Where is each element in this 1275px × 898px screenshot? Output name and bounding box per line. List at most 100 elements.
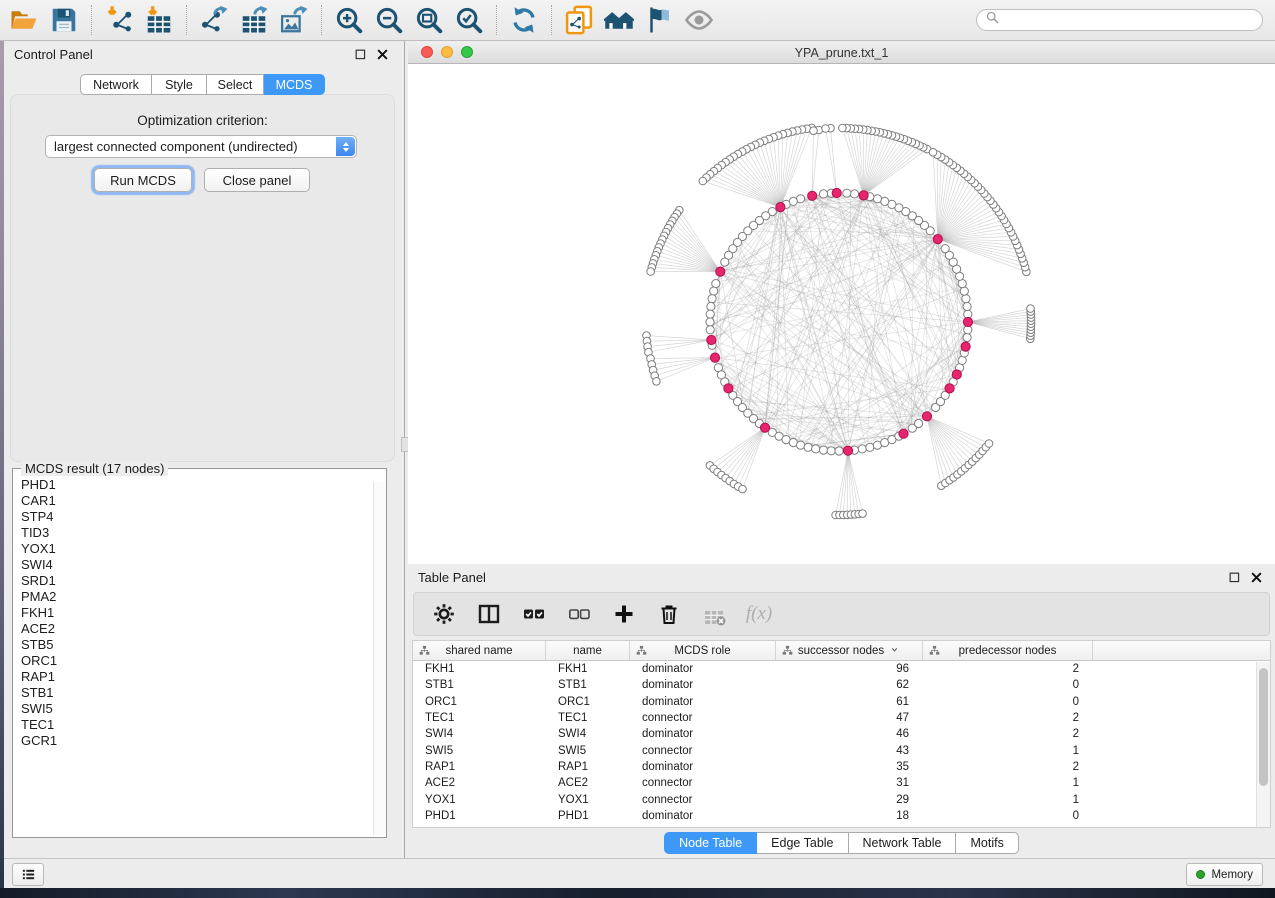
- first-neighbors-button[interactable]: [599, 3, 639, 37]
- table-row[interactable]: RAP1RAP1dominator352: [413, 759, 1270, 775]
- table-row[interactable]: ORC1ORC1dominator610: [413, 694, 1270, 710]
- mcds-result-item[interactable]: STB5: [21, 637, 373, 653]
- cell: STB1: [546, 679, 630, 691]
- close-panel-button[interactable]: Close panel: [204, 168, 310, 192]
- memory-status-icon: [1196, 870, 1205, 879]
- tab-edge-table[interactable]: Edge Table: [757, 832, 848, 854]
- cell: PHD1: [413, 810, 546, 822]
- tab-node-table[interactable]: Node Table: [664, 832, 757, 854]
- delete-row-button[interactable]: [655, 600, 683, 628]
- clone-network-button[interactable]: [559, 3, 599, 37]
- split-panel-button[interactable]: [475, 600, 503, 628]
- mcds-result-item[interactable]: YOX1: [21, 541, 373, 557]
- cell: ACE2: [413, 777, 546, 789]
- mcds-result-item[interactable]: GCR1: [21, 733, 373, 749]
- mcds-result-item[interactable]: SWI4: [21, 557, 373, 573]
- result-scrollbar[interactable]: [373, 482, 385, 835]
- settings-button[interactable]: [430, 600, 458, 628]
- import-table-button[interactable]: [139, 3, 179, 37]
- cell: dominator: [630, 663, 776, 675]
- column-header-predecessor-nodes[interactable]: predecessor nodes: [923, 641, 1093, 660]
- column-header-MCDS-role[interactable]: MCDS role: [630, 641, 776, 660]
- open-session-button[interactable]: [4, 3, 44, 37]
- table-row[interactable]: FKH1FKH1dominator962: [413, 661, 1270, 677]
- cell: 31: [776, 777, 923, 789]
- zoom-out-button[interactable]: [369, 3, 409, 37]
- save-session-button[interactable]: [44, 3, 84, 37]
- network-title: YPA_prune.txt_1: [408, 41, 1275, 64]
- apply-layout-button[interactable]: [504, 3, 544, 37]
- mcds-result-item[interactable]: ORC1: [21, 653, 373, 669]
- table-row[interactable]: PHD1PHD1dominator180: [413, 808, 1270, 824]
- zoom-fit-button[interactable]: [409, 3, 449, 37]
- zoom-in-button[interactable]: [329, 3, 369, 37]
- panel-split-divider[interactable]: [401, 41, 408, 858]
- add-row-button[interactable]: [610, 600, 638, 628]
- mcds-result-item[interactable]: SRD1: [21, 573, 373, 589]
- mcds-result-item[interactable]: PMA2: [21, 589, 373, 605]
- select-all-button[interactable]: [520, 600, 548, 628]
- network-canvas[interactable]: [408, 64, 1275, 564]
- mcds-result-item[interactable]: STP4: [21, 509, 373, 525]
- mcds-result-item[interactable]: RAP1: [21, 669, 373, 685]
- memory-label: Memory: [1211, 869, 1253, 881]
- tab-mcds[interactable]: MCDS: [264, 74, 325, 95]
- tab-style[interactable]: Style: [152, 74, 207, 95]
- network-window-titlebar[interactable]: YPA_prune.txt_1: [408, 41, 1275, 64]
- export-table-button[interactable]: [234, 3, 274, 37]
- export-image-button[interactable]: [274, 3, 314, 37]
- search-input[interactable]: [1005, 12, 1254, 28]
- network-view-window: YPA_prune.txt_1: [408, 41, 1275, 564]
- table-row[interactable]: STB1STB1dominator620: [413, 677, 1270, 693]
- mcds-result-item[interactable]: SWI5: [21, 701, 373, 717]
- mcds-result-item[interactable]: CAR1: [21, 493, 373, 509]
- table-scrollbar[interactable]: [1256, 662, 1270, 827]
- zoom-selected-button[interactable]: [449, 3, 489, 37]
- tab-network-table[interactable]: Network Table: [849, 832, 957, 854]
- memory-button[interactable]: Memory: [1186, 863, 1263, 886]
- close-panel-icon[interactable]: [1250, 571, 1263, 584]
- toolbar-separator: [551, 5, 552, 35]
- mcds-result-item[interactable]: STB1: [21, 685, 373, 701]
- mcds-result-item[interactable]: TID3: [21, 525, 373, 541]
- toolbar-separator: [91, 5, 92, 35]
- mcds-result-box: MCDS result (17 nodes) PHD1CAR1STP4TID3Y…: [12, 468, 387, 838]
- column-header-name[interactable]: name: [546, 641, 630, 660]
- run-mcds-button[interactable]: Run MCDS: [94, 168, 192, 192]
- cell: dominator: [630, 679, 776, 691]
- cell: PHD1: [546, 810, 630, 822]
- cell: 2: [923, 728, 1093, 740]
- column-header-shared-name[interactable]: shared name: [413, 641, 546, 660]
- import-network-button[interactable]: [99, 3, 139, 37]
- graphics-details-button[interactable]: [639, 3, 679, 37]
- cell: 1: [923, 745, 1093, 757]
- table-row[interactable]: SWI4SWI4dominator462: [413, 726, 1270, 742]
- tab-motifs[interactable]: Motifs: [956, 832, 1018, 854]
- table-scrollbar-thumb[interactable]: [1259, 668, 1268, 786]
- optimization-criterion-select[interactable]: largest connected component (undirected): [45, 135, 357, 158]
- mcds-result-item[interactable]: ACE2: [21, 621, 373, 637]
- tab-network[interactable]: Network: [80, 74, 152, 95]
- tab-select[interactable]: Select: [207, 74, 264, 95]
- mcds-result-item[interactable]: TEC1: [21, 717, 373, 733]
- search-box[interactable]: [976, 9, 1263, 31]
- column-header-successor-nodes[interactable]: successor nodes: [776, 641, 923, 660]
- deselect-all-button[interactable]: [565, 600, 593, 628]
- mcds-result-item[interactable]: FKH1: [21, 605, 373, 621]
- table-row[interactable]: ACE2ACE2connector311: [413, 775, 1270, 791]
- close-panel-icon[interactable]: [376, 48, 389, 61]
- network-graph[interactable]: [408, 64, 1275, 564]
- cell: 0: [923, 810, 1093, 822]
- float-panel-icon[interactable]: [354, 48, 367, 61]
- show-panels-button[interactable]: [12, 863, 44, 886]
- float-panel-icon[interactable]: [1228, 571, 1241, 584]
- table-row[interactable]: TEC1TEC1connector472: [413, 710, 1270, 726]
- export-network-button[interactable]: [194, 3, 234, 37]
- table-row[interactable]: YOX1YOX1connector291: [413, 791, 1270, 807]
- mcds-result-item[interactable]: PHD1: [21, 477, 373, 493]
- cell: 35: [776, 761, 923, 773]
- cell: connector: [630, 777, 776, 789]
- status-bar: Memory: [4, 858, 1275, 888]
- table-row[interactable]: SWI5SWI5connector431: [413, 742, 1270, 758]
- cell: 96: [776, 663, 923, 675]
